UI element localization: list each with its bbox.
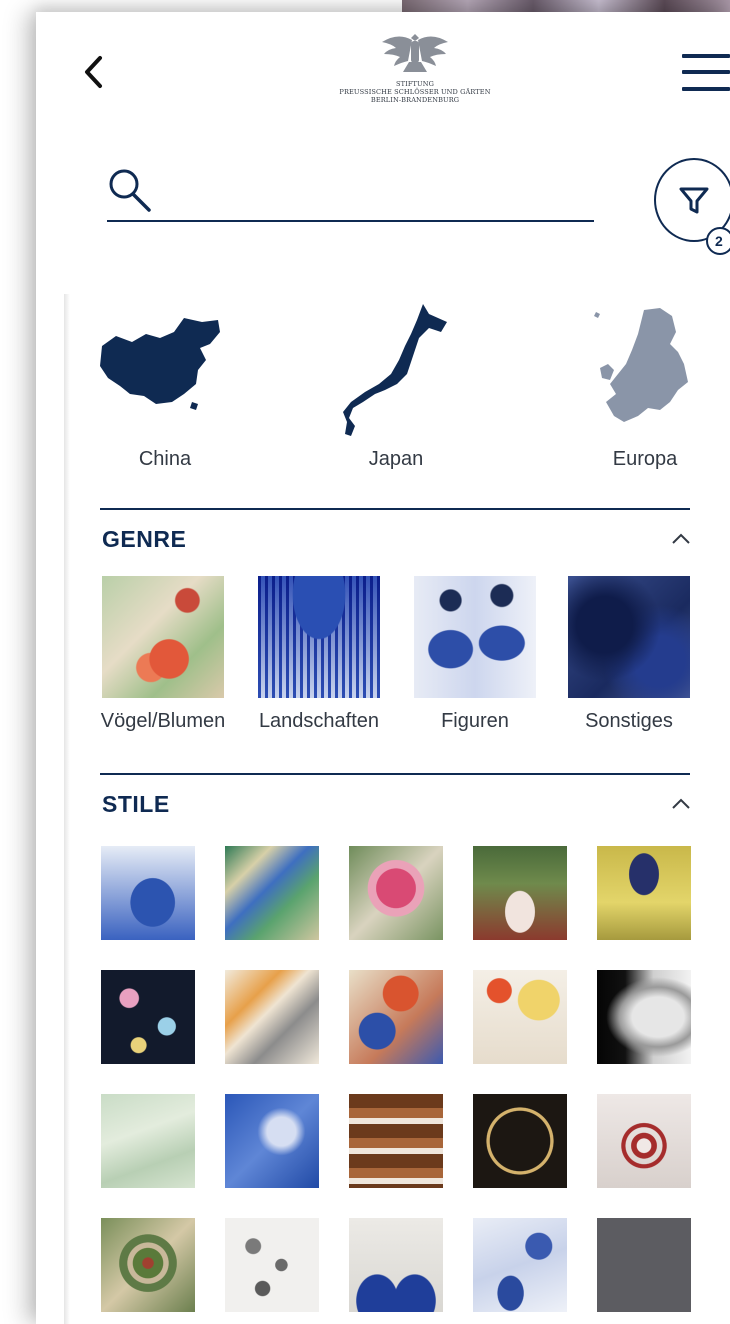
genre-item[interactable]: Vögel/Blumen xyxy=(95,576,231,733)
style-thumb[interactable] xyxy=(225,970,319,1064)
region-label: Europa xyxy=(612,448,678,470)
section-title-genre: GENRE xyxy=(102,526,187,552)
genre-label: Vögel/Blumen xyxy=(100,710,226,732)
style-thumb[interactable] xyxy=(225,1218,319,1312)
section-divider xyxy=(100,773,690,775)
style-thumb[interactable] xyxy=(473,846,567,940)
style-thumb[interactable] xyxy=(101,1094,195,1188)
section-title-stile: STILE xyxy=(102,791,170,817)
style-thumb[interactable] xyxy=(597,970,691,1064)
prussian-eagle-icon xyxy=(382,34,448,72)
genre-label: Landschaften xyxy=(258,710,380,732)
genre-item[interactable]: Landschaften xyxy=(251,576,387,733)
funnel-filter-icon xyxy=(679,187,709,214)
europe-map-icon xyxy=(594,308,688,422)
style-thumb[interactable] xyxy=(597,1094,691,1188)
style-thumb[interactable] xyxy=(349,1218,443,1312)
filter-count-badge: 2 xyxy=(706,227,730,255)
chevron-left-icon xyxy=(85,56,102,88)
style-thumb[interactable] xyxy=(101,846,195,940)
region-europa[interactable]: Europa xyxy=(560,298,730,478)
style-thumb[interactable] xyxy=(597,846,691,940)
style-thumb[interactable] xyxy=(101,970,195,1064)
back-button[interactable] xyxy=(78,52,108,92)
genre-thumb-figures xyxy=(414,576,536,698)
china-map-icon xyxy=(100,318,220,410)
region-japan[interactable]: Japan xyxy=(311,298,481,478)
genre-thumb-landscapes xyxy=(258,576,380,698)
style-thumb[interactable] xyxy=(101,1218,195,1312)
style-thumb[interactable] xyxy=(349,846,443,940)
menu-button[interactable] xyxy=(682,54,730,94)
style-thumb[interactable] xyxy=(349,970,443,1064)
genre-label: Sonstiges xyxy=(585,710,673,732)
style-thumb[interactable] xyxy=(473,1218,567,1312)
chevron-up-icon[interactable] xyxy=(670,795,692,811)
genre-item[interactable]: Figuren xyxy=(407,576,543,733)
search-underline xyxy=(107,220,594,222)
style-thumb[interactable] xyxy=(225,1094,319,1188)
japan-map-icon xyxy=(343,304,447,436)
genre-label: Figuren xyxy=(441,710,509,732)
search-input[interactable] xyxy=(157,170,591,216)
region-china[interactable]: China xyxy=(80,298,250,478)
section-divider xyxy=(100,508,690,510)
search-icon[interactable] xyxy=(107,167,153,213)
region-label: China xyxy=(138,448,192,470)
region-label: Japan xyxy=(368,448,424,470)
style-thumb[interactable] xyxy=(225,846,319,940)
genre-thumb-birds-flowers xyxy=(102,576,224,698)
logo[interactable]: STIFTUNG PREUSSISCHE SCHLÖSSER UND GÄRTE… xyxy=(320,28,510,112)
genre-thumb-other xyxy=(568,576,690,698)
chevron-up-icon[interactable] xyxy=(670,530,692,546)
style-thumb[interactable] xyxy=(349,1094,443,1188)
style-thumb[interactable] xyxy=(473,970,567,1064)
style-thumb[interactable] xyxy=(473,1094,567,1188)
panel-shadow xyxy=(64,294,70,1324)
genre-item[interactable]: Sonstiges xyxy=(561,576,697,733)
logo-text: STIFTUNG PREUSSISCHE SCHLÖSSER UND GÄRTE… xyxy=(339,80,491,104)
style-thumb[interactable] xyxy=(597,1218,691,1312)
